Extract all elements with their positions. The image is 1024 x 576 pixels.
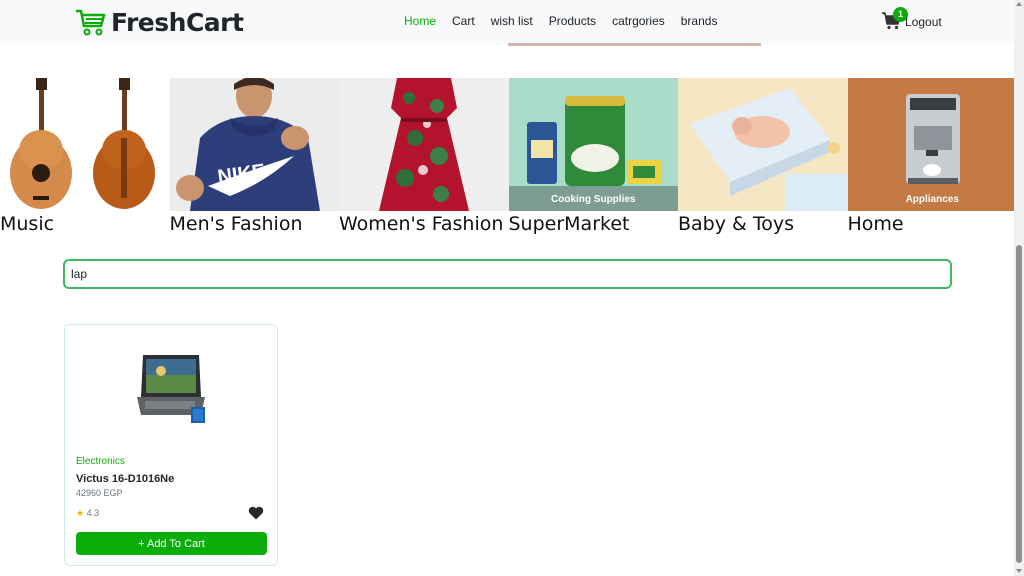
nav-link-home[interactable]: Home [404,14,436,28]
product-rating: ★ 4.3 [76,508,99,519]
category-image: Appliances [847,78,1017,211]
page-scrollbar[interactable] [1014,0,1024,576]
slider-progress-bar [508,43,761,46]
category-image [678,78,848,211]
category-image: NIKE [169,78,339,211]
category-supermarket[interactable]: Cooking Supplies SuperMarket [508,78,678,238]
product-price: 42960 EGP [76,488,123,498]
product-card[interactable]: Electronics Victus 16-D1016Ne 42960 EGP … [64,324,278,566]
category-name: SuperMarket [508,213,630,235]
product-name[interactable]: Victus 16-D1016Ne [76,473,174,485]
brand-name: FreshCart [111,7,244,37]
category-overlay-label: Cooking Supplies [551,194,636,205]
category-home[interactable]: Appliances Home [847,78,1017,238]
category-name: Baby & Toys [678,213,795,235]
nav-link-cart[interactable]: Cart [452,14,475,28]
search-input[interactable] [63,259,952,289]
nav-cart-button[interactable]: 1 [882,7,908,30]
nav-link-categories[interactable]: catrgories [612,14,665,28]
scrollbar-thumb[interactable] [1016,245,1022,563]
category-image: Cooking Supplies [508,78,678,211]
brand-logo[interactable]: FreshCart [75,6,244,38]
category-name: Women's Fashion [339,213,504,235]
category-image [339,78,509,211]
category-overlay-label: Appliances [905,194,959,205]
category-image [0,78,170,211]
scroll-up-arrow-icon[interactable] [1016,2,1022,6]
heart-icon[interactable] [248,506,264,520]
nav-links: Home Cart wish list Products catrgories … [404,14,733,28]
rating-value: 4.3 [86,508,100,518]
category-music[interactable]: Music [0,78,170,238]
cart-icon [76,9,106,36]
category-name: Men's Fashion [169,213,303,235]
product-category: Electronics [76,456,125,467]
nav-link-products[interactable]: Products [549,14,596,28]
category-slider: Music NIKE Men's Fashion Women's Fashion… [0,78,1017,238]
category-name: Music [0,213,55,235]
category-name: Home [847,213,904,235]
nav-link-brands[interactable]: brands [681,14,718,28]
category-womens-fashion[interactable]: Women's Fashion [339,78,509,238]
star-icon: ★ [76,508,85,518]
category-baby-toys[interactable]: Baby & Toys [678,78,848,238]
navbar: FreshCart Home Cart wish list Products c… [0,0,1014,43]
category-mens-fashion[interactable]: NIKE Men's Fashion [169,78,339,238]
logout-link[interactable]: Logout [905,15,942,29]
product-image [137,355,205,423]
scroll-down-arrow-icon[interactable] [1016,569,1022,573]
add-to-cart-button[interactable]: + Add To Cart [76,532,267,555]
nav-link-wishlist[interactable]: wish list [491,14,533,28]
